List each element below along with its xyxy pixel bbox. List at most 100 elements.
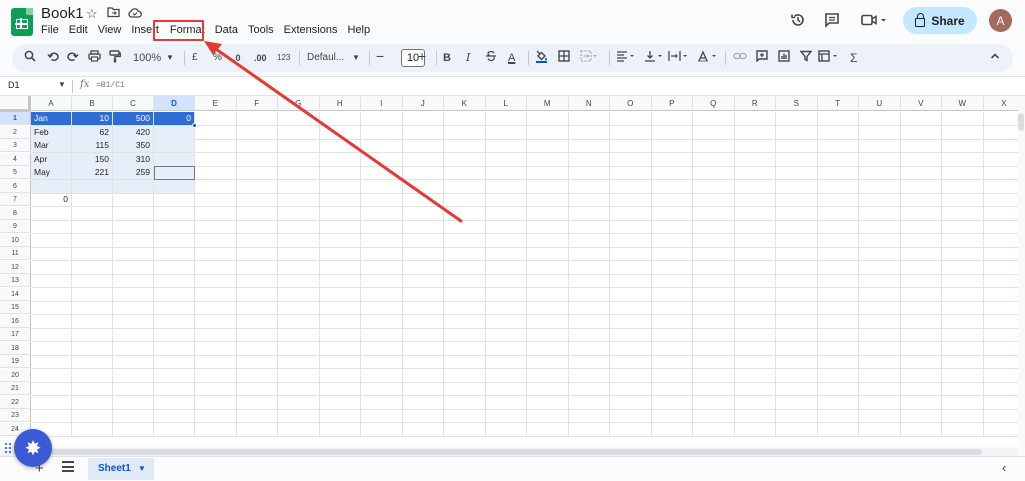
cell-x15[interactable] [983, 301, 1018, 315]
cell-j8[interactable] [402, 206, 444, 221]
cell-c13[interactable] [113, 274, 154, 288]
cell-b6[interactable] [72, 179, 113, 194]
cell-c15[interactable] [113, 301, 154, 315]
cell-v5[interactable] [900, 166, 942, 180]
cell-i5[interactable] [361, 166, 403, 180]
cell-f19[interactable] [236, 355, 278, 369]
cell-c1[interactable]: 500 [113, 112, 154, 126]
cell-h13[interactable] [319, 274, 361, 288]
cell-a16[interactable] [31, 314, 72, 329]
cell-k23[interactable] [444, 409, 486, 423]
filter-views-icon[interactable] [818, 50, 840, 66]
cell-j5[interactable] [402, 166, 444, 180]
increase-decimal-button[interactable]: .00 [254, 50, 267, 66]
cell-g15[interactable] [278, 301, 320, 315]
cell-b12[interactable] [72, 260, 113, 275]
row-header-21[interactable]: 21 [0, 382, 31, 395]
cell-l24[interactable] [485, 422, 527, 437]
cell-n1[interactable] [568, 112, 610, 126]
cell-w18[interactable] [942, 341, 984, 356]
cell-s10[interactable] [776, 233, 818, 248]
column-header-r[interactable]: R [734, 96, 776, 111]
column-header-h[interactable]: H [319, 96, 361, 111]
cell-p16[interactable] [651, 314, 693, 329]
cell-u13[interactable] [859, 274, 901, 288]
cell-e4[interactable] [195, 152, 237, 167]
row-header-23[interactable]: 23 [0, 409, 31, 422]
cell-t11[interactable] [817, 247, 859, 261]
currency-format-button[interactable]: £ [192, 50, 198, 66]
column-header-g[interactable]: G [278, 96, 320, 111]
cell-l22[interactable] [485, 395, 527, 410]
cell-d3[interactable] [154, 139, 195, 153]
star-icon[interactable]: ☆ [86, 6, 98, 22]
cell-n14[interactable] [568, 287, 610, 302]
column-header-i[interactable]: I [361, 96, 403, 111]
cell-t2[interactable] [817, 125, 859, 140]
cell-b10[interactable] [72, 233, 113, 248]
cell-a10[interactable] [31, 233, 72, 248]
cell-q3[interactable] [693, 139, 735, 153]
bold-button[interactable]: B [443, 50, 451, 66]
cell-l15[interactable] [485, 301, 527, 315]
cell-q15[interactable] [693, 301, 735, 315]
cell-q8[interactable] [693, 206, 735, 221]
cell-f14[interactable] [236, 287, 278, 302]
cell-b24[interactable] [72, 422, 113, 437]
cell-v11[interactable] [900, 247, 942, 261]
cell-l9[interactable] [485, 220, 527, 234]
cell-c12[interactable] [113, 260, 154, 275]
cell-w22[interactable] [942, 395, 984, 410]
cell-t6[interactable] [817, 179, 859, 194]
cell-o11[interactable] [610, 247, 652, 261]
cell-s3[interactable] [776, 139, 818, 153]
cell-v2[interactable] [900, 125, 942, 140]
row-header-5[interactable]: 5 [0, 166, 31, 179]
cell-n13[interactable] [568, 274, 610, 288]
cell-a18[interactable] [31, 341, 72, 356]
row-header-15[interactable]: 15 [0, 301, 31, 314]
cell-h17[interactable] [319, 328, 361, 342]
cell-o16[interactable] [610, 314, 652, 329]
cell-r1[interactable] [734, 112, 776, 126]
cell-p20[interactable] [651, 368, 693, 383]
cell-s9[interactable] [776, 220, 818, 234]
cell-a22[interactable] [31, 395, 72, 410]
collapse-toolbar-icon[interactable] [989, 50, 1001, 66]
cell-m18[interactable] [527, 341, 569, 356]
cell-a13[interactable] [31, 274, 72, 288]
cloud-status-icon[interactable] [128, 6, 142, 21]
menu-edit[interactable]: Edit [64, 23, 93, 39]
cell-n10[interactable] [568, 233, 610, 248]
cell-x23[interactable] [983, 409, 1018, 423]
cell-t19[interactable] [817, 355, 859, 369]
cell-d7[interactable] [154, 193, 195, 207]
more-formats-button[interactable]: 123 [277, 50, 290, 66]
cell-l10[interactable] [485, 233, 527, 248]
cell-r3[interactable] [734, 139, 776, 153]
cell-r13[interactable] [734, 274, 776, 288]
column-header-f[interactable]: F [236, 96, 278, 111]
column-header-a[interactable]: A [31, 96, 72, 111]
cell-a8[interactable] [31, 206, 72, 221]
cell-p18[interactable] [651, 341, 693, 356]
cell-h6[interactable] [319, 179, 361, 194]
cell-a19[interactable] [31, 355, 72, 369]
cell-x13[interactable] [983, 274, 1018, 288]
name-box[interactable]: D1 [8, 80, 20, 90]
cell-r5[interactable] [734, 166, 776, 180]
cell-l18[interactable] [485, 341, 527, 356]
cell-v7[interactable] [900, 193, 942, 207]
cell-k14[interactable] [444, 287, 486, 302]
row-header-12[interactable]: 12 [0, 260, 31, 274]
cell-c24[interactable] [113, 422, 154, 437]
cell-s15[interactable] [776, 301, 818, 315]
column-header-w[interactable]: W [942, 96, 984, 111]
cell-c19[interactable] [113, 355, 154, 369]
cell-v18[interactable] [900, 341, 942, 356]
cell-s4[interactable] [776, 152, 818, 167]
row-header-22[interactable]: 22 [0, 395, 31, 409]
cell-s8[interactable] [776, 206, 818, 221]
row-header-8[interactable]: 8 [0, 206, 31, 220]
cell-d5[interactable] [154, 166, 195, 180]
